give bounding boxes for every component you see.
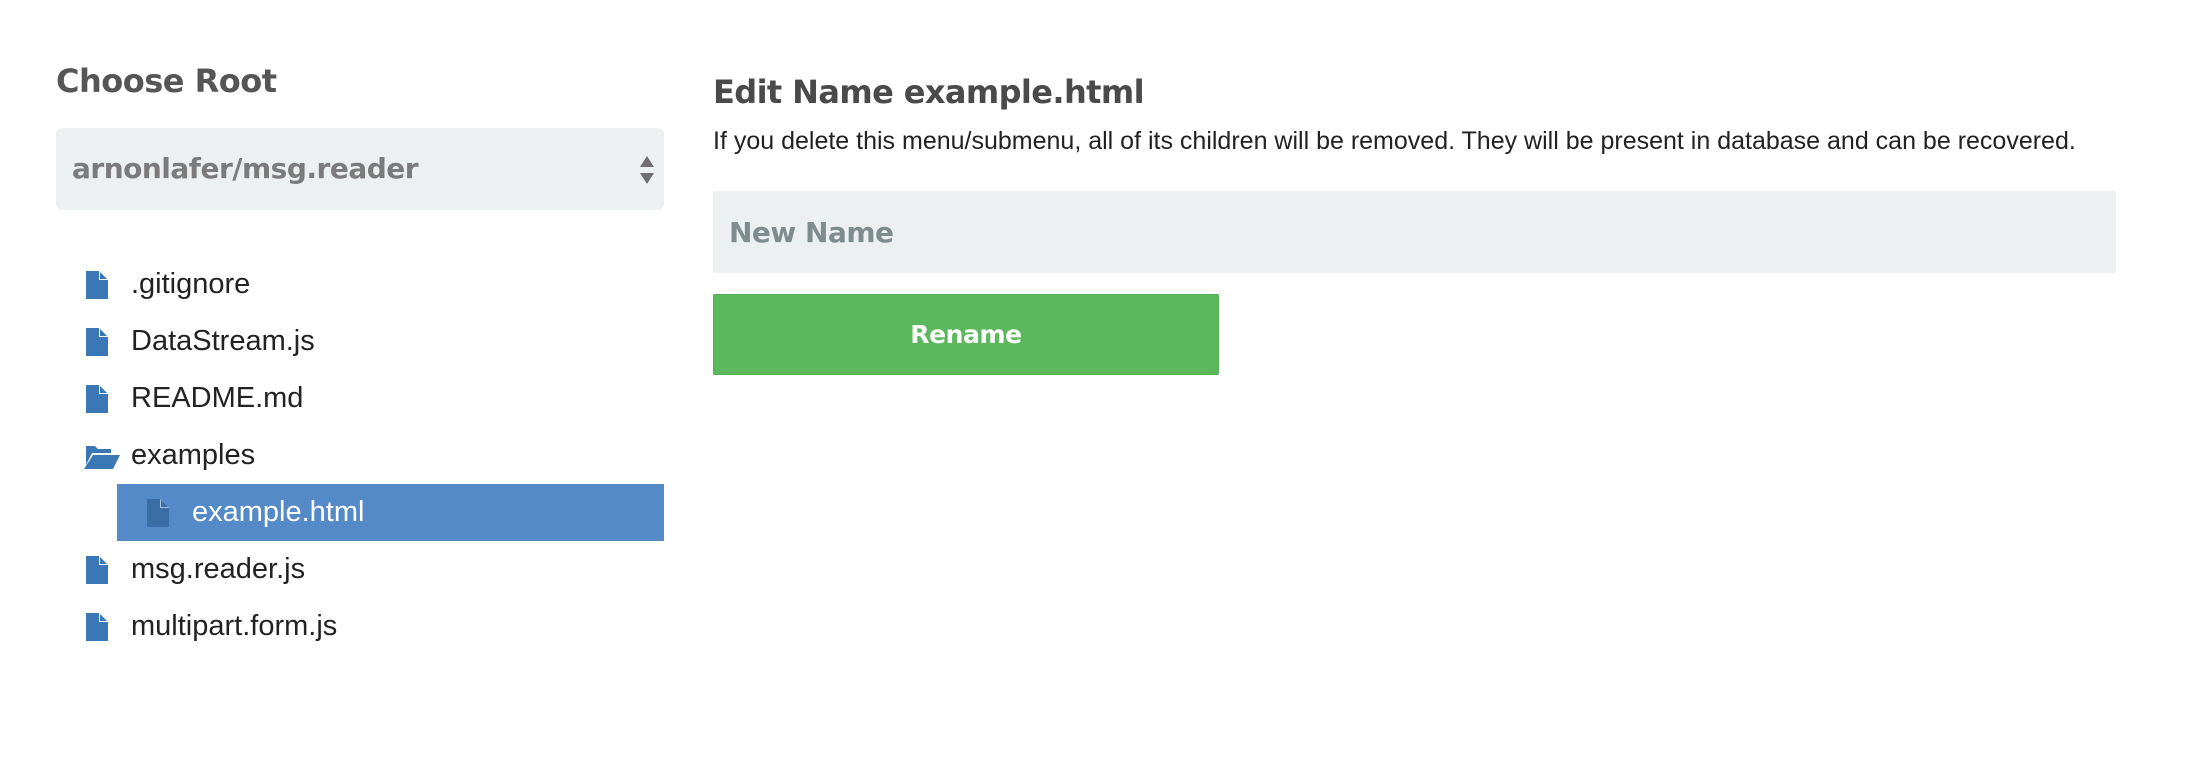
tree-item-gitignore[interactable]: .gitignore <box>56 256 664 313</box>
delete-info-text: If you delete this menu/submenu, all of … <box>713 127 2076 155</box>
file-icon <box>86 613 108 641</box>
edit-panel: Edit Name example.html If you delete thi… <box>713 72 2173 375</box>
page: Choose Root arnonlafer/msg.reader .gitig… <box>0 0 2212 774</box>
tree-item-example-html[interactable]: example.html <box>56 484 664 541</box>
choose-root-title: Choose Root <box>56 62 277 100</box>
file-icon <box>86 385 108 413</box>
tree-item-msg-reader[interactable]: msg.reader.js <box>56 541 664 598</box>
tree-item-label: README.md <box>131 382 304 414</box>
tree-item-datastream[interactable]: DataStream.js <box>56 313 664 370</box>
folder-open-icon <box>84 446 120 469</box>
tree-item-label: msg.reader.js <box>131 553 306 585</box>
tree-item-multipart-form[interactable]: multipart.form.js <box>56 598 664 655</box>
tree-item-label: examples <box>131 439 256 471</box>
tree-item-label: example.html <box>192 496 365 528</box>
tree-item-label: .gitignore <box>131 268 251 300</box>
tree-item-label: DataStream.js <box>131 325 315 357</box>
rename-button[interactable]: Rename <box>713 294 1219 375</box>
tree-item-readme[interactable]: README.md <box>56 370 664 427</box>
root-select-value: arnonlafer/msg.reader <box>72 152 419 185</box>
file-icon <box>86 271 108 299</box>
tree-item-examples-folder[interactable]: examples <box>56 427 664 484</box>
file-icon <box>86 556 108 584</box>
new-name-input[interactable] <box>713 191 2116 273</box>
file-icon <box>147 499 169 527</box>
file-tree: .gitignore DataStream.js README.md examp… <box>56 256 664 655</box>
file-icon <box>86 328 108 356</box>
edit-name-title: Edit Name example.html <box>713 73 1145 111</box>
tree-item-label: multipart.form.js <box>131 610 338 642</box>
select-arrows-icon <box>640 156 654 184</box>
root-select[interactable]: arnonlafer/msg.reader <box>56 128 664 210</box>
sidebar: Choose Root arnonlafer/msg.reader .gitig… <box>56 60 664 671</box>
